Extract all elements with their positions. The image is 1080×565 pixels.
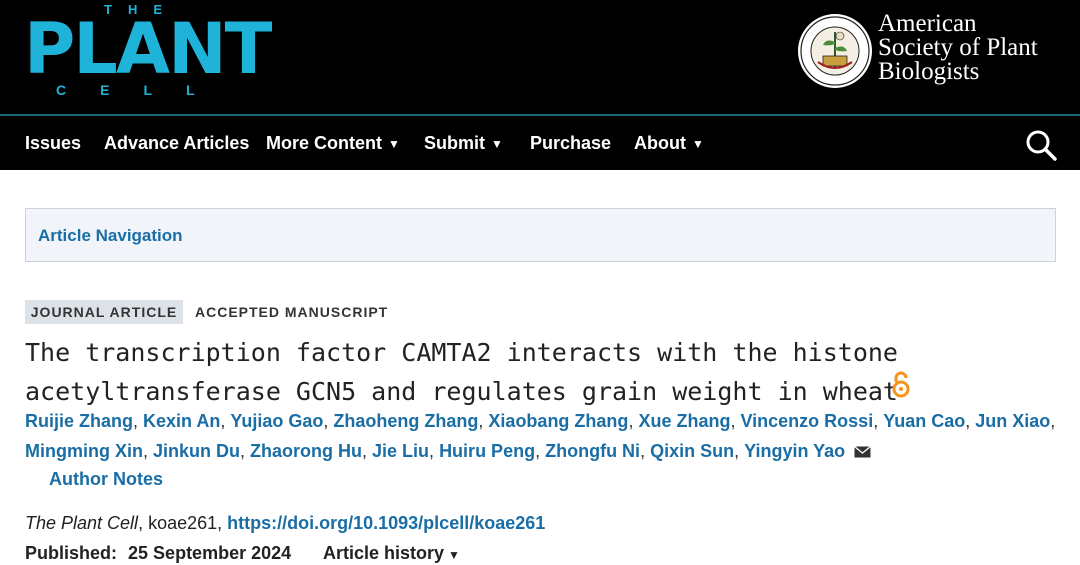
caret-down-icon: ▼ — [388, 137, 400, 151]
doi-link[interactable]: https://doi.org/10.1093/plcell/koae261 — [227, 513, 545, 533]
article-navigation-panel[interactable]: Article Navigation — [25, 208, 1056, 262]
nav-item-label: Purchase — [530, 133, 612, 153]
published-line: Published: 25 September 2024 — [25, 543, 291, 564]
author-link[interactable]: Qixin Sun — [650, 441, 734, 461]
author-list: Ruijie Zhang, Kexin An, Yujiao Gao, Zhao… — [25, 411, 1056, 461]
article-id: , koae261, — [138, 513, 228, 533]
journal-name: The Plant Cell — [25, 513, 139, 533]
nav-item-label: Advance Articles — [104, 133, 250, 153]
caret-down-icon: ▼ — [691, 137, 704, 151]
nav-item-label: More Content — [266, 133, 382, 153]
article-type-badge: JOURNAL ARTICLE — [25, 300, 183, 324]
author-link[interactable]: Zhaoheng Zhang — [333, 411, 478, 431]
open-access-icon — [892, 371, 910, 398]
author-notes-link[interactable]: Author Notes — [49, 469, 163, 490]
author-link[interactable]: Mingming Xin — [25, 441, 143, 461]
article-navigation-label: Article Navigation — [38, 226, 183, 245]
logo-plant: PLANT — [24, 8, 272, 90]
article-history-label: Article history — [323, 543, 445, 563]
caret-down-icon: ▼ — [491, 137, 503, 151]
nav-more-content[interactable]: More Content ▼ — [266, 116, 400, 170]
published-label: Published: — [25, 543, 118, 563]
author-link[interactable]: Jie Liu — [372, 441, 429, 461]
society-line-3: Biologists — [878, 58, 980, 85]
aspb-seal-icon — [798, 14, 872, 88]
author-link[interactable]: Yingyin Yao — [744, 441, 845, 461]
nav-purchase[interactable]: Purchase — [530, 116, 611, 170]
nav-item-label: About — [634, 133, 686, 153]
author-link[interactable]: Kexin An — [143, 411, 220, 431]
society-name: American Society of Plant Biologists — [878, 10, 1038, 85]
author-link[interactable]: Jinkun Du — [153, 441, 240, 461]
nav-submit[interactable]: Submit ▼ — [424, 116, 503, 170]
caret-down-icon: ▼ — [448, 548, 460, 562]
aspb-logo[interactable]: American Society of Plant Biologists — [796, 10, 1076, 92]
envelope-icon[interactable] — [854, 446, 872, 458]
author-link[interactable]: Xiaobang Zhang — [488, 411, 628, 431]
citation-line: The Plant Cell, koae261, https://doi.org… — [25, 513, 545, 534]
author-link[interactable]: Ruijie Zhang — [25, 411, 133, 431]
article-title: The transcription factor CAMTA2 interact… — [25, 333, 925, 411]
author-link[interactable]: Zhaorong Hu — [250, 441, 362, 461]
nav-about[interactable]: About ▼ — [634, 116, 704, 170]
nav-advance-articles[interactable]: Advance Articles — [104, 116, 249, 170]
author-link[interactable]: Huiru Peng — [439, 441, 535, 461]
logo-cell: CELL — [56, 82, 229, 98]
site-header: THE PLANT CELL American Society of Plant… — [0, 0, 1080, 114]
manuscript-status-badge: ACCEPTED MANUSCRIPT — [195, 304, 389, 320]
nav-issues[interactable]: Issues — [25, 116, 81, 170]
search-icon[interactable] — [1024, 128, 1058, 162]
author-link[interactable]: Xue Zhang — [638, 411, 730, 431]
author-link[interactable]: Yujiao Gao — [230, 411, 323, 431]
article-title-line-1: The transcription factor CAMTA2 interact… — [25, 338, 898, 367]
plant-cell-logo[interactable]: THE PLANT CELL — [24, 2, 272, 102]
author-link[interactable]: Vincenzo Rossi — [740, 411, 873, 431]
nav-item-label: Issues — [25, 133, 82, 153]
nav-item-label: Submit — [424, 133, 485, 153]
society-line-1: American — [878, 10, 977, 37]
author-link[interactable]: Yuan Cao — [883, 411, 965, 431]
author-link[interactable]: Jun Xiao — [975, 411, 1050, 431]
article-history-toggle[interactable]: Article history ▼ — [323, 543, 460, 564]
main-navigation: Issues Advance Articles More Content ▼ Su… — [0, 116, 1080, 170]
author-link[interactable]: Zhongfu Ni — [545, 441, 640, 461]
published-date: 25 September 2024 — [128, 543, 292, 563]
society-line-2: Society of Plant — [878, 34, 1038, 61]
